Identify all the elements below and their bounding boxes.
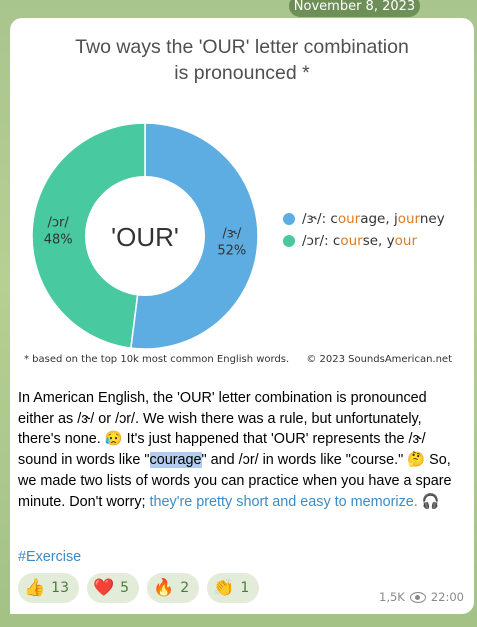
fire-icon: 🔥 — [153, 578, 175, 598]
reaction-count: 2 — [180, 580, 190, 596]
donut-chart: 'OUR' /ɝ/52% /ɔr/48% — [31, 122, 259, 350]
message-bubble: Two ways the 'OUR' letter combination is… — [10, 18, 474, 614]
eye-icon — [409, 591, 426, 603]
legend-text-or: /ɔr/: course, your — [302, 233, 418, 249]
thumbs-up-icon: 👍 — [24, 578, 46, 598]
reaction-heart[interactable]: ❤️ 5 — [87, 573, 140, 603]
slice-value-0: 52% — [217, 243, 246, 258]
chart-title: Two ways the 'OUR' letter combination is… — [10, 34, 474, 86]
chart-footnote: * based on the top 10k most common Engli… — [24, 354, 290, 365]
thinking-emoji-icon: 🤔 — [407, 452, 426, 469]
legend-dot-er — [283, 213, 295, 225]
reaction-thumbs-up[interactable]: 👍 13 — [18, 573, 79, 603]
legend-text-er: /ɝ/: courage, journey — [302, 211, 445, 227]
clap-icon: 👏 — [213, 578, 235, 598]
reaction-fire[interactable]: 🔥 2 — [147, 573, 200, 603]
message-time: 22:00 — [430, 590, 464, 604]
disappointed-emoji-icon: 😥 — [104, 431, 123, 448]
reaction-clap[interactable]: 👏 1 — [207, 573, 260, 603]
message-link[interactable]: they're pretty short and easy to memoriz… — [150, 494, 418, 510]
message-meta: 1,5K 22:00 — [379, 590, 464, 604]
chart-copyright: © 2023 SoundsAmerican.net — [306, 354, 452, 365]
reaction-count: 1 — [240, 580, 250, 596]
message-text: In American English, the 'OUR' letter co… — [18, 390, 452, 510]
heart-icon: ❤️ — [93, 578, 115, 598]
chart-title-line1: Two ways the 'OUR' letter combination — [75, 36, 409, 58]
chart-title-line2: is pronounced * — [174, 62, 310, 84]
legend-item-or: /ɔr/: course, your — [283, 230, 445, 252]
legend-item-er: /ɝ/: courage, journey — [283, 208, 445, 230]
hashtag-link[interactable]: #Exercise — [18, 549, 81, 565]
headphones-emoji-icon: 🎧 — [421, 493, 440, 510]
view-count: 1,5K — [379, 590, 405, 604]
chart-center-label: 'OUR' — [111, 222, 179, 252]
slice-label-1: /ɔr/ — [48, 216, 70, 231]
chart-legend: /ɝ/: courage, journey /ɔr/: course, your — [283, 208, 445, 252]
selected-text[interactable]: courage — [149, 452, 202, 469]
reaction-count: 13 — [51, 580, 69, 596]
legend-dot-or — [283, 235, 295, 247]
reaction-count: 5 — [120, 580, 130, 596]
reactions-bar: 👍 13 ❤️ 5 🔥 2 👏 1 — [18, 573, 260, 603]
slice-value-1: 48% — [44, 233, 73, 248]
date-badge: November 8, 2023 — [289, 0, 420, 17]
slice-label-0: /ɝ/ — [222, 226, 241, 241]
